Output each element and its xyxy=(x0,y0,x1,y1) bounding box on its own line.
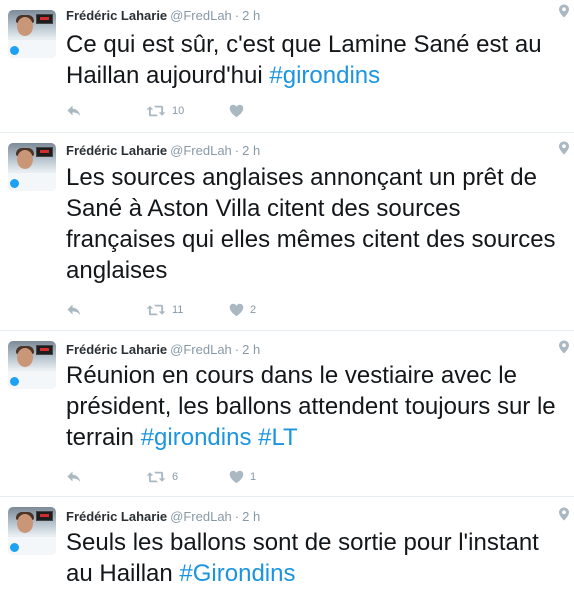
author-handle[interactable]: @FredLah xyxy=(170,8,232,23)
tweet-text-body: Les sources anglaises annonçant un prêt … xyxy=(66,164,556,284)
retweet-count: 11 xyxy=(172,304,184,316)
retweet-button[interactable]: 11 xyxy=(146,301,183,319)
author-name[interactable]: Frédéric Laharie xyxy=(66,143,167,158)
tweet-text: Seuls les ballons sont de sortie pour l'… xyxy=(66,527,566,589)
like-button[interactable] xyxy=(229,102,250,120)
retweet-button[interactable]: 6 xyxy=(146,468,178,486)
tweet-text-body: Seuls les ballons sont de sortie pour l'… xyxy=(66,529,539,587)
tweet-text-body: Réunion en cours dans le vestiaire avec … xyxy=(66,362,556,451)
timestamp[interactable]: 2 h xyxy=(242,342,260,357)
author-name[interactable]: Frédéric Laharie xyxy=(66,8,167,23)
reply-button[interactable] xyxy=(66,468,82,486)
reply-icon xyxy=(66,303,82,317)
hashtag-link[interactable]: #girondins xyxy=(269,62,380,89)
like-button[interactable]: 1 xyxy=(229,468,256,486)
tweet-header: Frédéric Laharie @FredLah · 2 h xyxy=(66,341,260,359)
reply-button[interactable] xyxy=(66,102,82,120)
like-count: 1 xyxy=(250,471,257,483)
author-name[interactable]: Frédéric Laharie xyxy=(66,509,167,524)
location-pin-icon[interactable] xyxy=(558,141,570,155)
timestamp[interactable]: 2 h xyxy=(242,143,260,158)
avatar[interactable] xyxy=(8,341,56,389)
separator: · xyxy=(234,143,240,158)
reply-icon xyxy=(66,470,82,484)
tweet-text: Les sources anglaises annonçant un prêt … xyxy=(66,162,566,286)
like-count: 2 xyxy=(250,304,257,316)
timestamp[interactable]: 2 h xyxy=(242,509,260,524)
location-pin-icon[interactable] xyxy=(558,340,570,354)
heart-icon xyxy=(229,104,244,118)
location-pin-icon[interactable] xyxy=(558,507,570,521)
tweet[interactable]: Frédéric Laharie @FredLah · 2 h Seuls les b… xyxy=(0,497,574,595)
hashtag-link[interactable]: #Girondins xyxy=(179,560,295,587)
like-button[interactable]: 2 xyxy=(229,301,256,319)
separator: · xyxy=(234,509,240,524)
retweet-icon xyxy=(146,303,166,317)
hashtag-link[interactable]: #girondins xyxy=(141,424,252,451)
heart-icon xyxy=(229,470,244,484)
retweet-button[interactable]: 10 xyxy=(146,102,184,120)
hashtag-link[interactable]: #LT xyxy=(258,424,298,451)
timestamp[interactable]: 2 h xyxy=(242,8,260,23)
author-handle[interactable]: @FredLah xyxy=(170,143,232,158)
author-handle[interactable]: @FredLah xyxy=(170,509,232,524)
avatar[interactable] xyxy=(8,10,56,58)
retweet-count: 6 xyxy=(172,471,179,483)
tweet[interactable]: Frédéric Laharie @FredLah · 2 h Réunion en … xyxy=(0,331,574,497)
heart-icon xyxy=(229,303,244,317)
retweet-icon xyxy=(146,470,166,484)
author-handle[interactable]: @FredLah xyxy=(170,342,232,357)
author-name[interactable]: Frédéric Laharie xyxy=(66,342,167,357)
reply-button[interactable] xyxy=(66,301,82,319)
retweet-count: 10 xyxy=(172,105,185,117)
tweet-header: Frédéric Laharie @FredLah · 2 h xyxy=(66,142,260,160)
reply-icon xyxy=(66,104,82,118)
separator: · xyxy=(234,8,240,23)
separator: · xyxy=(234,342,240,357)
avatar[interactable] xyxy=(8,507,56,555)
tweet-text: Ce qui est sûr, c'est que Lamine Sané es… xyxy=(66,29,566,91)
tweet-header: Frédéric Laharie @FredLah · 2 h xyxy=(66,508,260,526)
tweet[interactable]: Frédéric Laharie @FredLah · 2 h Les sources… xyxy=(0,133,574,331)
tweet-text: Réunion en cours dans le vestiaire avec … xyxy=(66,360,566,453)
location-pin-icon[interactable] xyxy=(558,4,570,18)
retweet-icon xyxy=(146,104,166,118)
tweet-header: Frédéric Laharie @FredLah · 2 h xyxy=(66,7,260,25)
avatar[interactable] xyxy=(8,143,56,191)
tweet[interactable]: Frédéric Laharie @FredLah · 2 h Ce qui est … xyxy=(0,0,574,133)
